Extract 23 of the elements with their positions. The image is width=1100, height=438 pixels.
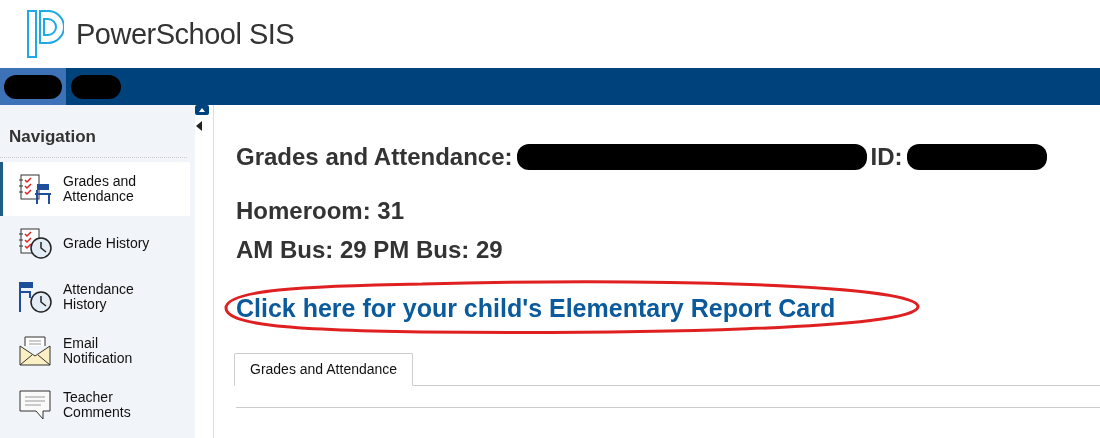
checklist-desk-icon	[17, 172, 53, 206]
top-tab[interactable]	[0, 68, 66, 105]
nav-item[interactable]: Grades and Attendance	[0, 162, 190, 216]
envelope-icon	[17, 334, 53, 368]
brand-name: PowerSchool SIS	[76, 17, 295, 51]
checklist-clock-icon	[17, 226, 53, 260]
speech-bubble-icon	[17, 388, 53, 422]
homeroom-text: Homeroom: 31	[236, 197, 406, 225]
page-title: Grades and Attendance:	[236, 143, 513, 171]
nav-item[interactable]: Email Notification	[0, 324, 190, 378]
redaction-mark	[4, 74, 62, 99]
nav-item[interactable]: Teacher Comments	[0, 378, 190, 432]
report-card-link[interactable]: Click here for your child's Elementary Report Card	[236, 294, 836, 322]
content-tab[interactable]: Grades and Attendance	[234, 353, 414, 386]
desk-clock-icon	[17, 280, 53, 314]
sidebar-title: Navigation	[0, 105, 187, 158]
nav-item[interactable]: Attendance History	[0, 270, 190, 324]
redaction-mark	[71, 74, 121, 99]
logo-icon	[26, 9, 64, 59]
id-label: ID:	[870, 143, 903, 171]
bus-text: AM Bus: 29 PM Bus: 29	[236, 236, 504, 264]
collapse-up-icon[interactable]	[195, 105, 209, 115]
nav-item[interactable]: Grade History	[0, 216, 190, 270]
